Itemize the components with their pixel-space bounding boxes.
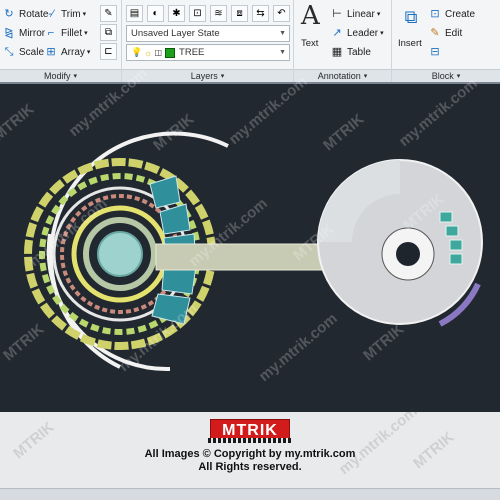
array-button[interactable]: ⊞ Array ▾ (44, 44, 90, 60)
trim-button[interactable]: -⁄ Trim ▾ (44, 6, 86, 22)
rotunda-core (396, 242, 420, 266)
copy-icon[interactable]: ⧉ (100, 24, 117, 41)
edit-label: Edit (445, 27, 463, 39)
linear-dimension-icon: ⊢ (332, 7, 342, 20)
insert-icon[interactable]: ⧉ (400, 6, 422, 28)
text-label: Text (301, 37, 319, 49)
layer-on-icon[interactable]: ◐ (147, 5, 164, 22)
layer-lock-icon[interactable]: ⊡ (189, 5, 206, 22)
layers-title-label: Layers (190, 71, 218, 81)
linear-button[interactable]: ⊢ Linear ▾ (330, 6, 380, 22)
layer-unisolate-icon[interactable]: ⧈ (231, 5, 248, 22)
center-pool (97, 231, 143, 277)
modify-panel: ↻ Rotate -⁄ Trim ▾ ✎ ⧎ Mirror ⌐ Fillet ▾… (0, 0, 122, 82)
chevron-down-icon: ▼ (279, 30, 286, 37)
layer-freeze-icon[interactable]: ✱ (168, 5, 185, 22)
leader-dropdown-icon[interactable]: ▾ (380, 29, 384, 37)
autocad-window: ↻ Rotate -⁄ Trim ▾ ✎ ⧎ Mirror ⌐ Fillet ▾… (0, 0, 500, 500)
rotate-button[interactable]: ↻ Rotate (2, 6, 48, 22)
layers-panel-title[interactable]: Layers ▾ (122, 69, 293, 82)
modify-panel-title[interactable]: Modify ▾ (0, 69, 121, 82)
trim-dropdown-icon[interactable]: ▾ (83, 10, 87, 18)
sun-icon: ☼ (144, 47, 153, 58)
annotation-title-label: Annotation (317, 71, 361, 81)
text-icon[interactable]: A (301, 1, 320, 31)
fillet-button[interactable]: ⌐ Fillet ▾ (44, 25, 88, 41)
annotation-panel-title[interactable]: Annotation ▾ (294, 69, 391, 82)
panel-expand-icon: ▾ (73, 73, 78, 80)
erase-icon[interactable]: ✎ (100, 5, 117, 22)
insert-button[interactable]: Insert (398, 35, 422, 51)
drawing-canvas[interactable]: MTRIK my.mtrik.com MTRIK my.mtrik.com MT… (0, 65, 500, 412)
rights-text: All Rights reserved. (198, 461, 302, 473)
cad-drawing (24, 131, 483, 372)
text-button[interactable]: Text (301, 35, 318, 51)
panel-expand-icon: ▾ (363, 73, 368, 80)
table-label: Table (347, 46, 371, 58)
fillet-dropdown-icon[interactable]: ▾ (84, 29, 88, 37)
block-panel-title[interactable]: Block ▾ (392, 69, 500, 82)
mirror-button[interactable]: ⧎ Mirror (2, 25, 45, 41)
layer-color-swatch (165, 47, 176, 58)
table-icon: ▦ (331, 45, 343, 58)
array-label: Array (61, 46, 85, 58)
trim-label: Trim (61, 8, 81, 20)
create-block-button[interactable]: ⊡ Create (428, 6, 475, 22)
current-layer-label: TREE (179, 47, 205, 58)
offset-icon[interactable]: ⊏ (100, 43, 117, 60)
array-dropdown-icon[interactable]: ▾ (87, 48, 91, 56)
leader-label: Leader (347, 27, 379, 39)
linear-label: Linear (347, 8, 375, 20)
logo-underline (208, 438, 292, 443)
edit-block-icon: ✎ (430, 26, 440, 39)
unlock-icon: ◫ (154, 48, 163, 57)
array-icon: ⊞ (46, 45, 56, 58)
scale-button[interactable]: ⤡ Scale (2, 44, 44, 60)
trim-icon: -⁄ (48, 7, 54, 20)
mirror-icon: ⧎ (4, 26, 14, 39)
status-bar (0, 488, 500, 500)
block-attributes-button[interactable]: ⊟ (428, 44, 445, 60)
modify-title-label: Modify (43, 71, 71, 81)
current-layer-dropdown[interactable]: 💡 ☼ ◫ TREE ▼ (126, 44, 290, 61)
leader-button[interactable]: ↗ Leader ▾ (330, 25, 384, 41)
lightbulb-icon: 💡 (131, 47, 143, 57)
fillet-icon: ⌐ (47, 26, 55, 39)
layer-isolate-icon[interactable]: ≋ (210, 5, 227, 22)
fillet-label: Fillet (61, 27, 83, 39)
block-attributes-icon: ⊟ (430, 45, 440, 58)
panel-expand-icon: ▾ (456, 73, 461, 80)
rotate-icon: ↻ (4, 7, 14, 20)
annotation-panel: A Text ⊢ Linear ▾ ↗ Leader ▾ ▦ Table Ann… (294, 0, 392, 82)
panel-expand-icon: ▾ (220, 73, 225, 80)
ribbon: ↻ Rotate -⁄ Trim ▾ ✎ ⧎ Mirror ⌐ Fillet ▾… (0, 0, 500, 82)
edit-block-button[interactable]: ✎ Edit (428, 25, 462, 41)
linear-dropdown-icon[interactable]: ▾ (377, 10, 381, 18)
insert-label: Insert (398, 37, 422, 49)
block-title-label: Block (431, 71, 454, 81)
create-label: Create (445, 8, 476, 20)
block-panel: ⧉ Insert ⊡ Create ✎ Edit ⊟ Block ▾ (392, 0, 500, 82)
scale-icon: ⤡ (4, 45, 14, 58)
layer-state-dropdown[interactable]: Unsaved Layer State ▼ (126, 25, 290, 42)
layer-state-label: Unsaved Layer State (131, 28, 220, 39)
copyright-text: All Images © Copyright by my.mtrik.com (144, 448, 356, 460)
layers-panel: ▤ ◐ ✱ ⊡ ≋ ⧈ ⇆ ↶ Unsaved Layer State ▼ 💡 … (122, 0, 294, 82)
chevron-down-icon: ▼ (279, 49, 286, 56)
leader-icon: ↗ (332, 26, 342, 39)
layer-match-icon[interactable]: ⇆ (252, 5, 269, 22)
create-block-icon: ⊡ (430, 7, 440, 20)
layer-properties-icon[interactable]: ▤ (126, 5, 143, 22)
scale-label: Scale (19, 46, 45, 58)
table-button[interactable]: ▦ Table (330, 44, 371, 60)
layer-previous-icon[interactable]: ↶ (273, 5, 290, 22)
mirror-label: Mirror (19, 27, 46, 39)
